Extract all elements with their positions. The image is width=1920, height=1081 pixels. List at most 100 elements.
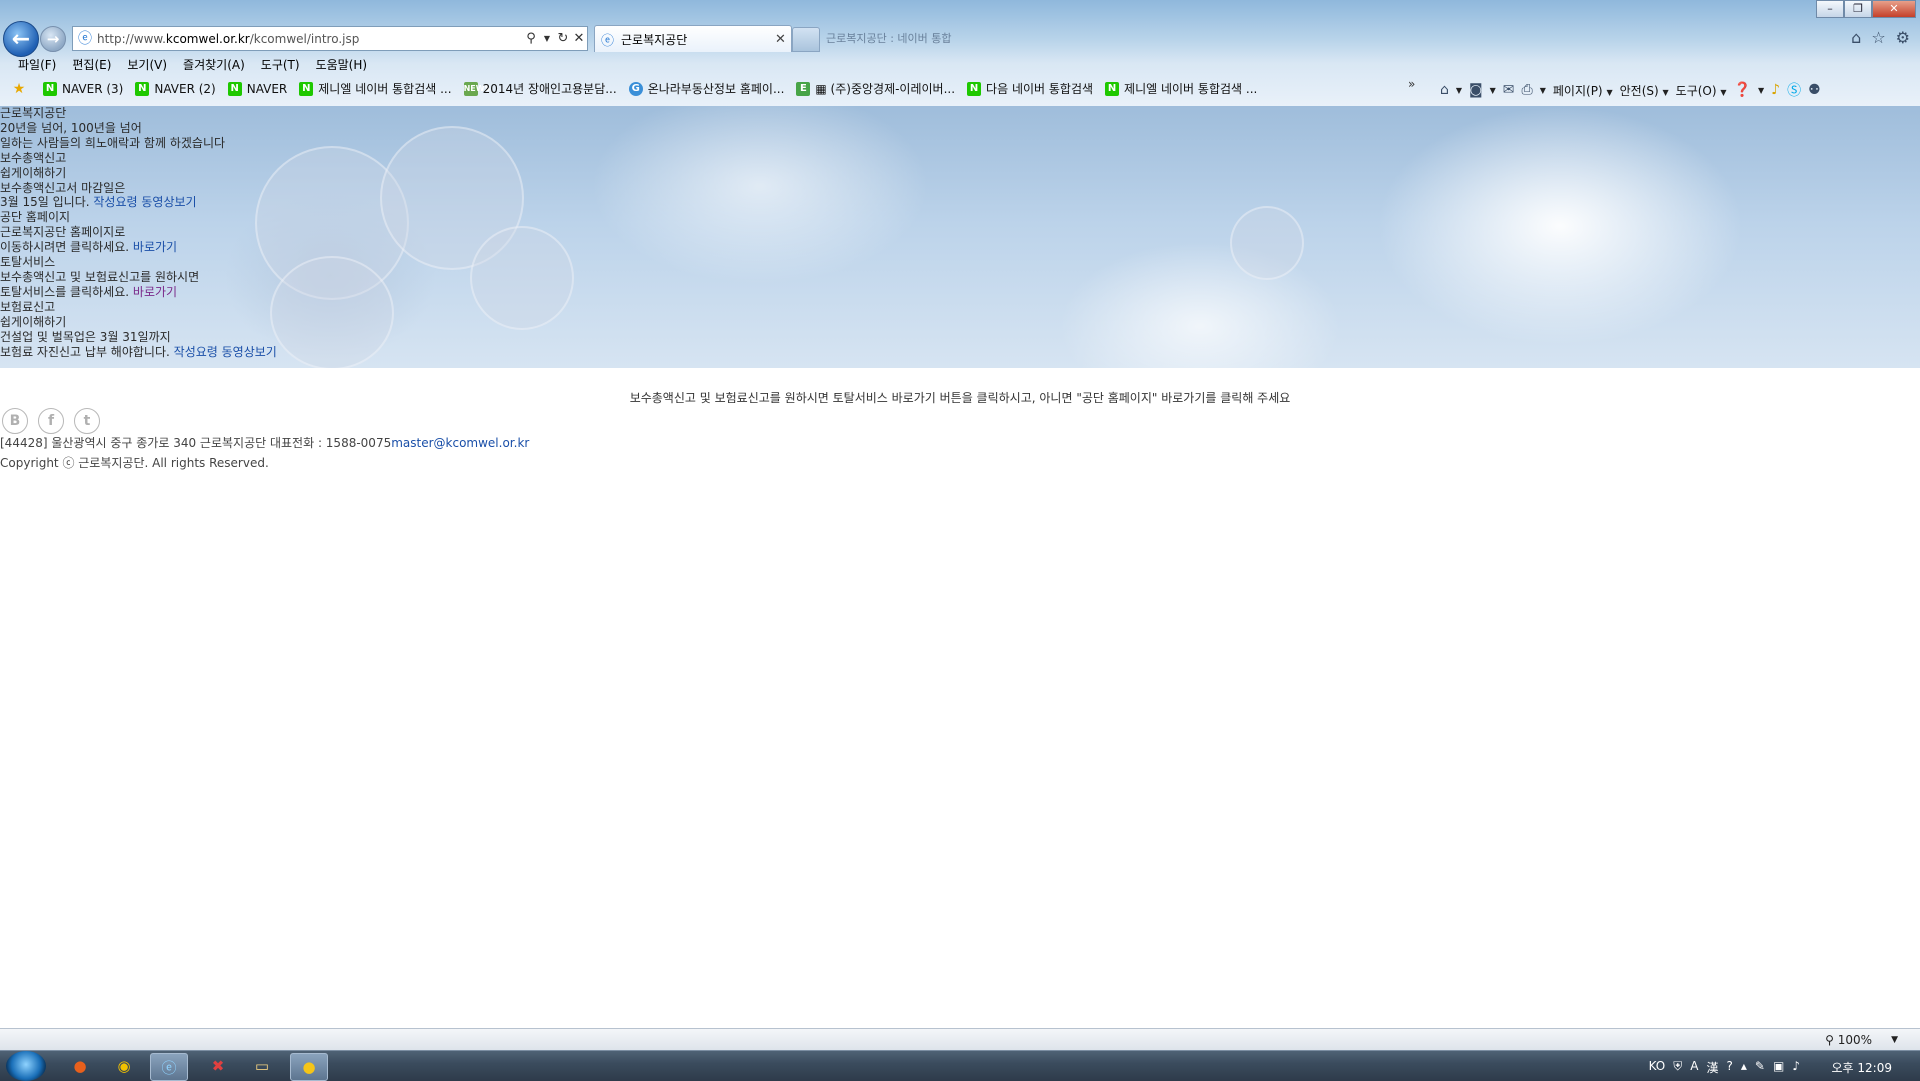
address-bar[interactable]: ⓔ http://www.kcomwel.or.kr/kcomwel/intro… [72,26,588,51]
research-icon[interactable]: ♪ [1771,82,1780,98]
facebook-icon[interactable]: f [38,408,64,434]
shield-icon[interactable]: ⛨ [1673,1059,1682,1076]
search-icon[interactable]: ⚲ [523,31,539,46]
command-bar: ⌂ ▼ ◙ ▼ ✉ ⎙ ▼ 페이지(P) ▼ 안전(S) ▼ 도구(O) ▼ ❓ ▼ ♪… [1440,80,1821,100]
restore-button[interactable]: ❐ [1844,0,1872,18]
help-tray-icon[interactable]: ? [1727,1059,1733,1076]
menu-tools-label: 도구(O) [1675,83,1717,98]
help-icon[interactable]: ❓ [1734,82,1751,98]
skype-icon[interactable]: Ⓢ [1787,80,1801,100]
total-service-go-link[interactable]: 바로가기 [133,285,177,299]
blog-icon[interactable]: B [2,408,28,434]
favorite-item[interactable]: N 제니엘 네이버 통합검색 ... [299,80,452,97]
volume-icon[interactable]: ♪ [1792,1059,1800,1076]
hero-slogan-sub: 일하는 사람들의 희노애락과 함께 하겠습니다 [0,135,226,150]
favorite-label: NAVER [246,81,288,96]
minimize-button[interactable]: – [1816,0,1844,18]
menu-help[interactable]: 도움말(H) [316,56,368,73]
menu-page-label: 페이지(P) [1552,83,1603,98]
favorite-item[interactable]: N NAVER [227,81,288,96]
footer-address: [44428] 울산광역시 중구 종가로 340 근로복지공단 대표전화 : 1… [0,436,392,450]
tab-close-icon[interactable]: ✕ [775,32,791,47]
hero-easy-guide: 쉽게이해하기 [0,165,67,180]
menu-favorites[interactable]: 즐겨찾기(A) [183,56,245,73]
tab-inactive[interactable]: 근로복지공단 : 네이버 통합 [820,27,986,50]
favorite-label: ▦ (주)중앙경제-이레이버... [815,82,956,96]
favorite-item[interactable]: NEWS 2014년 장애인고용분담... [463,80,617,97]
favorites-add-button[interactable]: ★ [12,82,31,96]
favorite-label: 제니엘 네이버 통합검색 ... [1124,82,1258,96]
hero-premium-deadline-text: 건설업 및 벌목업은 3월 31일까지 [0,329,171,344]
chevron-down-icon[interactable]: ▼ [1540,86,1546,95]
url-text[interactable]: http://www.kcomwel.or.kr/kcomwel/intro.j… [97,32,523,46]
globe-icon: G [628,81,643,96]
back-button[interactable]: ← [3,21,39,57]
hero-easy-guide-2: 쉽게이해하기 [0,314,67,329]
menu-view[interactable]: 보기(V) [127,56,167,73]
chrome-taskbar-icon[interactable]: ◉ [106,1053,142,1079]
homepage-go-link[interactable]: 바로가기 [133,240,177,254]
chevron-down-icon[interactable]: ▼ [1490,86,1496,95]
clock[interactable]: 오후 12:09 [1832,1059,1892,1076]
gear-icon[interactable]: ⚙ [1896,28,1910,47]
stop-icon[interactable]: ✕ [571,31,587,46]
new-tab-button[interactable] [792,27,820,52]
footer-email-link[interactable]: master@kcomwel.or.kr [391,436,529,450]
language-indicator[interactable]: KO [1649,1059,1666,1076]
menu-file[interactable]: 파일(F) [18,56,56,73]
hero-heading-homepage: 공단 홈페이지 [0,210,71,225]
menu-tools-cmd[interactable]: 도구(O) ▼ [1676,82,1727,99]
ie-taskbar-icon[interactable]: ⓔ [150,1053,188,1081]
rss-feed-icon[interactable]: ◙ [1469,82,1483,98]
hero-premium-deadline-text-2: 보험료 자진신고 납부 해야합니다. [0,344,170,359]
kakao-taskbar-icon[interactable]: ● [290,1053,328,1081]
hero-banner: 근로복지공단 20년을 넘어, 100년을 넘어 일하는 사람들의 희노애락과 … [0,106,1920,368]
favorites-star-icon[interactable]: ☆ [1871,28,1885,47]
toolbar-extension-icon[interactable]: ⚉ [1808,82,1821,98]
dropdown-arrow-icon[interactable]: ▼ [539,34,555,43]
ime-a-icon[interactable]: A [1690,1059,1698,1076]
favorite-item[interactable]: N 제니엘 네이버 통합검색 ... [1105,80,1257,97]
refresh-icon[interactable]: ↻ [555,31,571,46]
favorite-item[interactable]: E ▦ (주)중앙경제-이레이버... [796,80,955,97]
premium-guide-video-link[interactable]: 작성요령 동영상보기 [174,345,277,359]
chevron-down-icon[interactable]: ▼ [1891,1035,1898,1045]
favorite-label: 온나라부동산정보 홈페이... [647,82,785,96]
menu-edit[interactable]: 편집(E) [72,56,111,73]
menu-page[interactable]: 페이지(P) ▼ [1553,82,1613,99]
home-icon[interactable]: ⌂ [1851,28,1861,47]
folder-taskbar-icon[interactable]: ▭ [244,1053,280,1079]
print-icon[interactable]: ⎙ [1522,82,1533,98]
pen-icon[interactable]: ✎ [1755,1059,1765,1076]
hero-wage-deadline-text: 보수총액신고서 마감일은 [0,180,126,195]
chevron-down-icon[interactable]: ▼ [1758,86,1764,95]
menu-safety[interactable]: 안전(S) ▼ [1620,82,1669,99]
menu-bar: 파일(F) 편집(E) 보기(V) 즐겨찾기(A) 도구(T) 도움말(H) [18,56,367,73]
favorite-item[interactable]: G 온나라부동산정보 홈페이... [628,80,785,97]
close-window-button[interactable]: ✕ [1872,0,1916,18]
chevron-more-icon[interactable]: » [1408,77,1415,91]
network-icon[interactable]: ▣ [1773,1059,1784,1076]
twitter-icon[interactable]: t [74,408,100,434]
status-bar: ⚲ 100% ▼ [0,1028,1920,1051]
home-cmd-icon[interactable]: ⌂ [1440,82,1449,98]
tab-active[interactable]: ⓔ 근로복지공단 ✕ [594,25,792,52]
wage-guide-video-link[interactable]: 작성요령 동영상보기 [93,195,196,209]
menu-tools[interactable]: 도구(T) [261,56,300,73]
start-button[interactable] [6,1051,46,1081]
favorite-item[interactable]: N NAVER (2) [135,81,216,96]
hero-org-name: 근로복지공단 [0,106,67,120]
firefox-taskbar-icon[interactable]: ● [62,1053,98,1079]
zoom-level[interactable]: ⚲ 100% [1825,1033,1872,1047]
forward-button[interactable]: → [40,26,66,52]
favorite-item[interactable]: N 다음 네이버 통합검색 [967,80,1093,97]
chevron-down-icon[interactable]: ▼ [1456,86,1462,95]
app-taskbar-icon[interactable]: ✖ [200,1053,236,1079]
favorite-label: 다음 네이버 통합검색 [986,82,1094,96]
mail-icon[interactable]: ✉ [1503,82,1515,98]
chevron-up-icon[interactable]: ▴ [1741,1059,1747,1076]
favorite-item[interactable]: N NAVER (3) [43,81,123,96]
hanja-icon[interactable]: 漢 [1707,1059,1719,1076]
menu-safety-label: 안전(S) [1619,83,1659,98]
zoom-magnifier-icon: ⚲ [1825,1033,1834,1047]
